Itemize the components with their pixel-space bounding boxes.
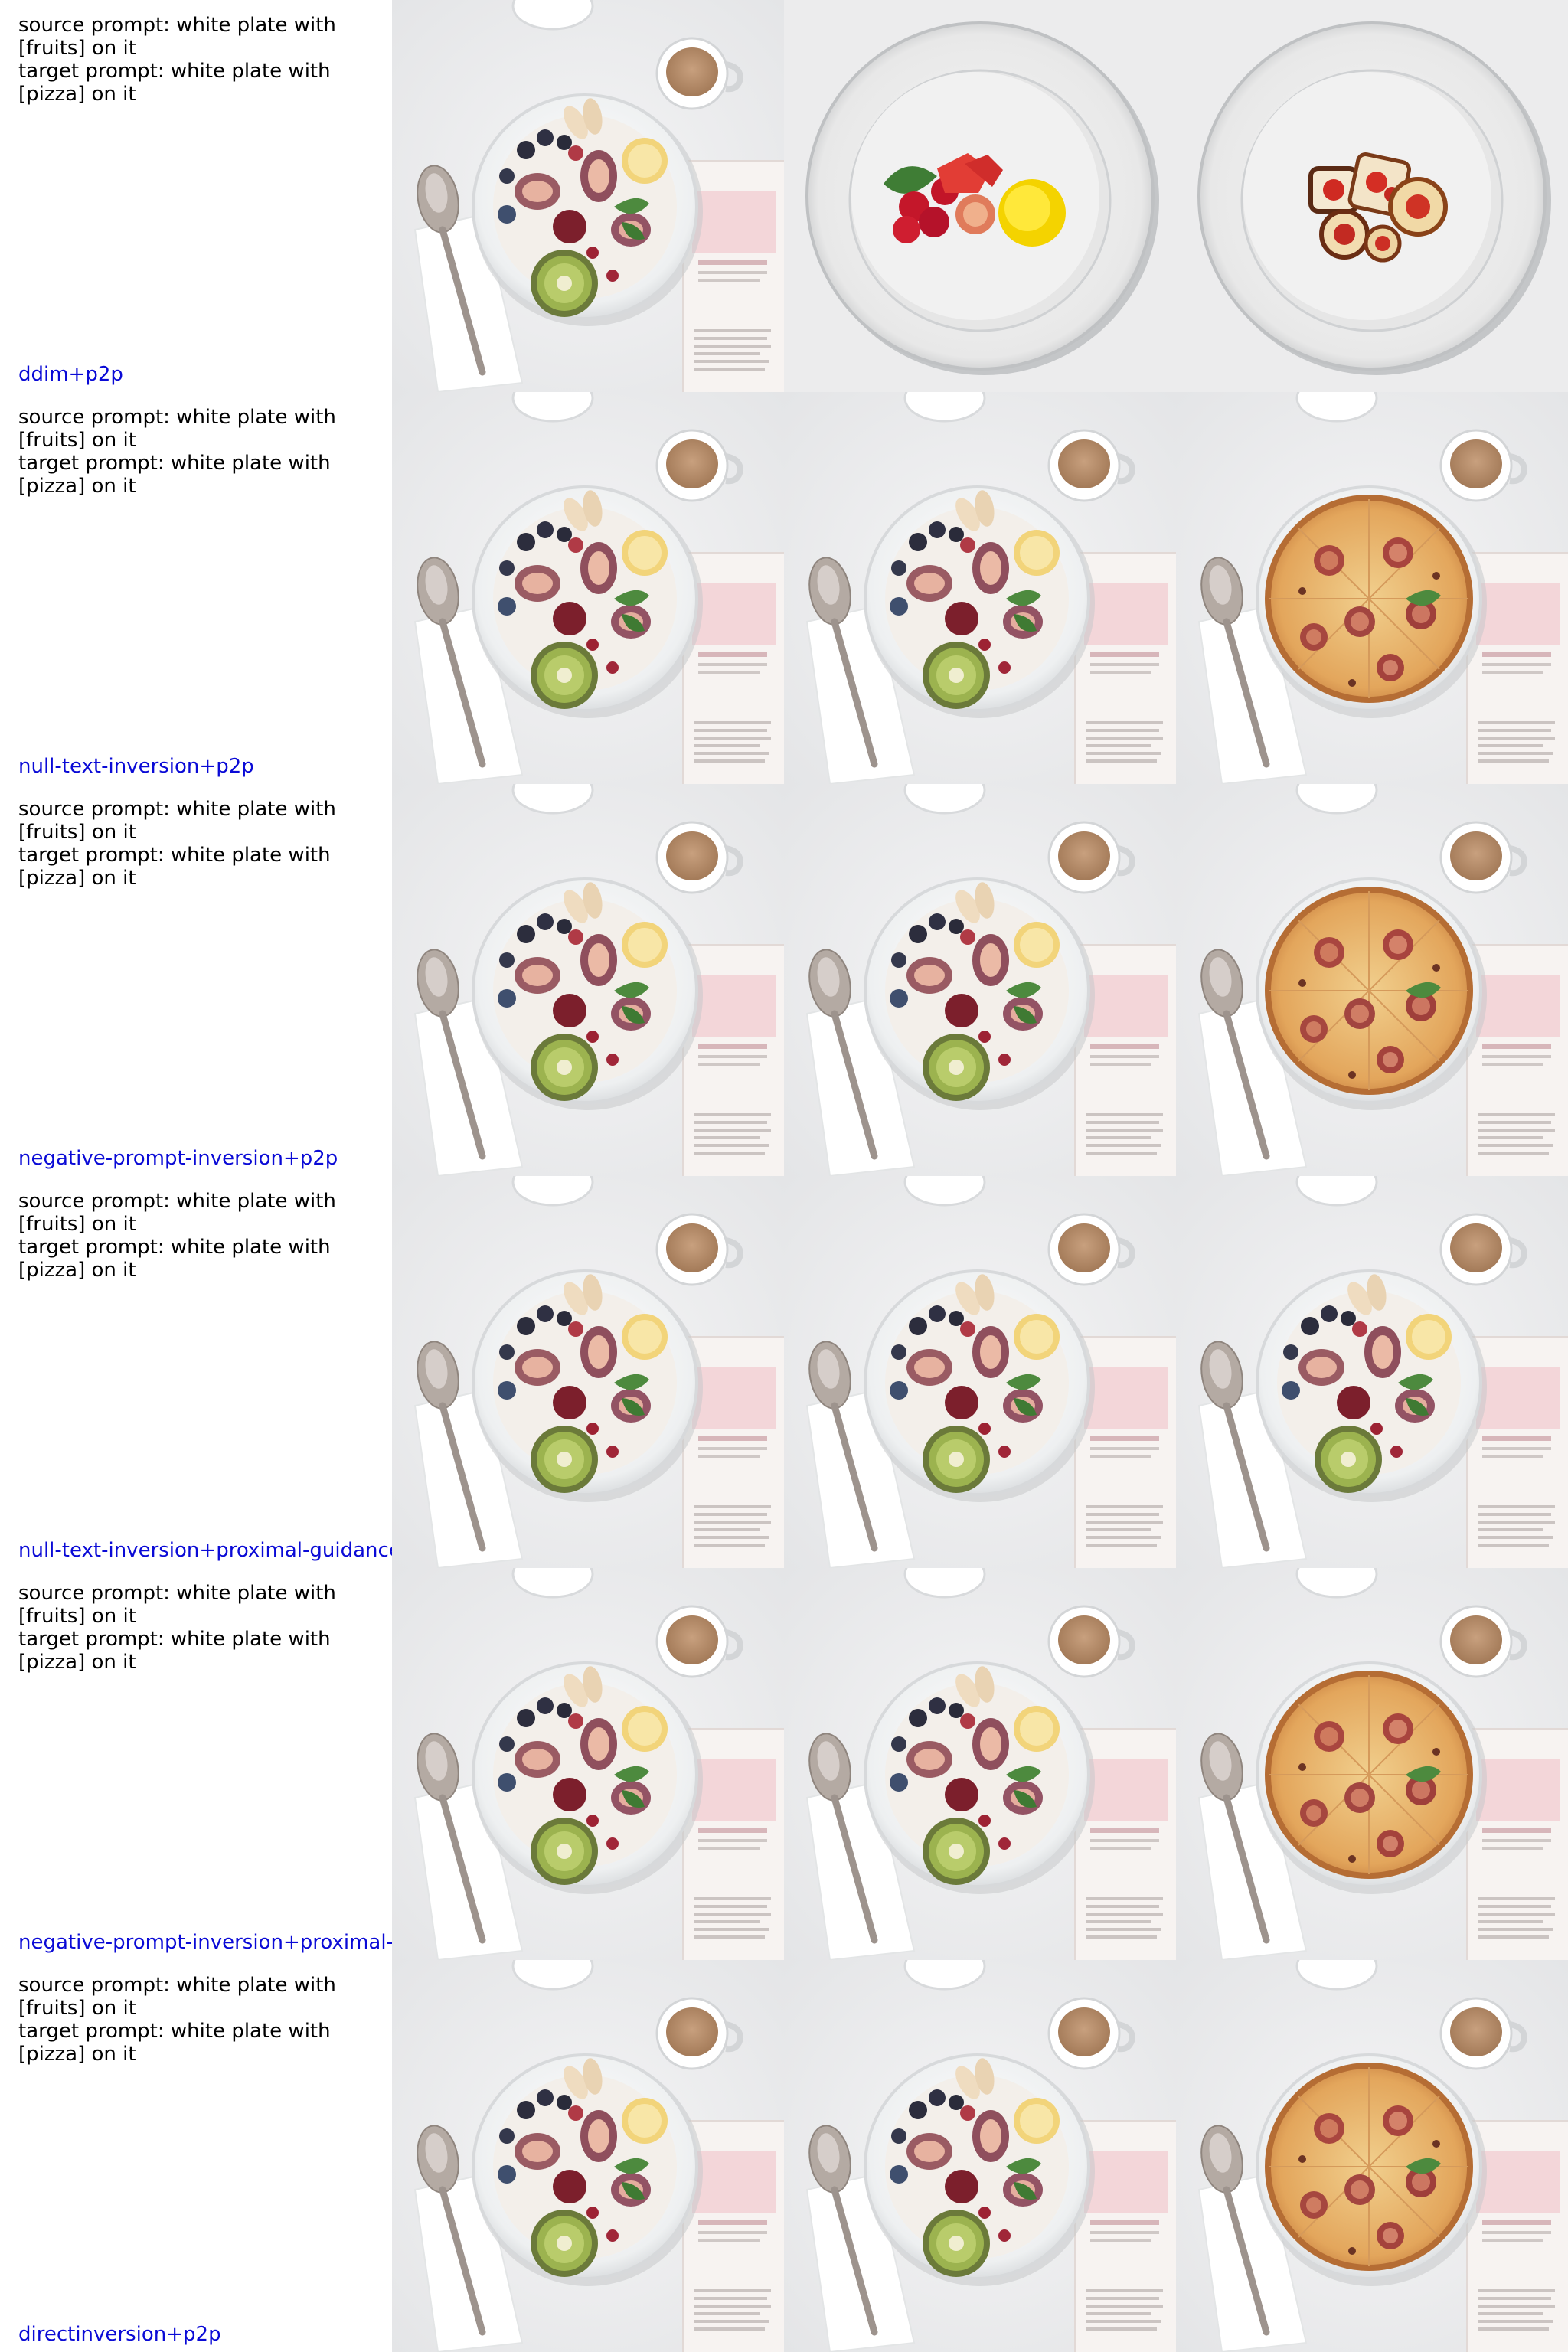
grid-row: source prompt: white plate with [fruits]… [0, 392, 1568, 784]
fruit-bowl-scene-image [784, 392, 1176, 784]
image-cell [784, 392, 1176, 784]
image-cell [392, 392, 784, 784]
image-cell [392, 1568, 784, 1960]
pizza-bites-on-plate-image [1176, 0, 1568, 392]
image-cell [392, 784, 784, 1176]
target-prompt: target prompt: white plate with [pizza] … [18, 452, 331, 498]
image-cell [784, 0, 1176, 392]
fruit-bowl-scene-image [392, 1568, 784, 1960]
image-cell [784, 784, 1176, 1176]
method-label: negative-prompt-inversion+p2p [18, 1147, 338, 1170]
fruit-bowl-scene-image [392, 1960, 784, 2352]
image-cell [784, 1960, 1176, 2352]
target-prompt: target prompt: white plate with [pizza] … [18, 1628, 331, 1674]
source-prompt: source prompt: white plate with [fruits]… [18, 1190, 336, 1236]
row-label-panel: source prompt: white plate with [fruits]… [0, 1960, 392, 2352]
grid-row: source prompt: white plate with [fruits]… [0, 784, 1568, 1176]
row-label-panel: source prompt: white plate with [fruits]… [0, 1568, 392, 1960]
prompt-text: source prompt: white plate with [fruits]… [18, 14, 392, 106]
target-prompt: target prompt: white plate with [pizza] … [18, 60, 331, 106]
prompt-text: source prompt: white plate with [fruits]… [18, 1582, 392, 1674]
image-cell [784, 1568, 1176, 1960]
grid-row: source prompt: white plate with [fruits]… [0, 1960, 1568, 2352]
comparison-grid: source prompt: white plate with [fruits]… [0, 0, 1568, 2352]
fruit-bowl-scene-image [784, 1960, 1176, 2352]
row-label-panel: source prompt: white plate with [fruits]… [0, 392, 392, 784]
image-cell [392, 0, 784, 392]
method-label: directinversion+p2p [18, 2323, 221, 2346]
row-label-panel: source prompt: white plate with [fruits]… [0, 0, 392, 392]
image-cell [1176, 784, 1568, 1176]
fruit-bowl-scene-image [392, 1176, 784, 1568]
method-label: null-text-inversion+proximal-guidance [18, 1539, 392, 1562]
image-cell [392, 1960, 784, 2352]
image-cell [1176, 1176, 1568, 1568]
source-prompt: source prompt: white plate with [fruits]… [18, 1582, 336, 1628]
image-cell [784, 1176, 1176, 1568]
method-label: null-text-inversion+p2p [18, 755, 254, 778]
source-prompt: source prompt: white plate with [fruits]… [18, 1974, 336, 2020]
fruit-bowl-scene-image [392, 392, 784, 784]
prompt-text: source prompt: white plate with [fruits]… [18, 798, 392, 890]
fruit-bowl-scene-image [784, 1568, 1176, 1960]
fruit-bowl-scene-image [784, 1176, 1176, 1568]
prompt-text: source prompt: white plate with [fruits]… [18, 1974, 392, 2066]
target-prompt: target prompt: white plate with [pizza] … [18, 2020, 331, 2066]
fruit-bowl-scene-image [392, 0, 784, 392]
image-cell [1176, 1568, 1568, 1960]
method-label: ddim+p2p [18, 363, 123, 386]
row-label-panel: source prompt: white plate with [fruits]… [0, 784, 392, 1176]
image-cell [1176, 392, 1568, 784]
grid-row: source prompt: white plate with [fruits]… [0, 0, 1568, 392]
fruits-on-empty-plate-image [784, 0, 1176, 392]
pizza-in-bowl-scene-image [1176, 1568, 1568, 1960]
target-prompt: target prompt: white plate with [pizza] … [18, 1236, 331, 1282]
method-label: negative-prompt-inversion+proximal-g [18, 1931, 392, 1954]
fruit-bowl-scene-image [392, 784, 784, 1176]
row-label-panel: source prompt: white plate with [fruits]… [0, 1176, 392, 1568]
source-prompt: source prompt: white plate with [fruits]… [18, 798, 336, 844]
pizza-in-bowl-scene-image [1176, 784, 1568, 1176]
target-prompt: target prompt: white plate with [pizza] … [18, 844, 331, 890]
fruit-bowl-scene-image [784, 784, 1176, 1176]
fruit-bowl-scene-image [1176, 1176, 1568, 1568]
image-cell [1176, 1960, 1568, 2352]
prompt-text: source prompt: white plate with [fruits]… [18, 1190, 392, 1282]
grid-row: source prompt: white plate with [fruits]… [0, 1176, 1568, 1568]
prompt-text: source prompt: white plate with [fruits]… [18, 406, 392, 498]
source-prompt: source prompt: white plate with [fruits]… [18, 406, 336, 452]
image-cell [1176, 0, 1568, 392]
source-prompt: source prompt: white plate with [fruits]… [18, 14, 336, 60]
pizza-in-bowl-scene-image [1176, 392, 1568, 784]
pizza-in-bowl-scene-image [1176, 1960, 1568, 2352]
grid-row: source prompt: white plate with [fruits]… [0, 1568, 1568, 1960]
image-cell [392, 1176, 784, 1568]
